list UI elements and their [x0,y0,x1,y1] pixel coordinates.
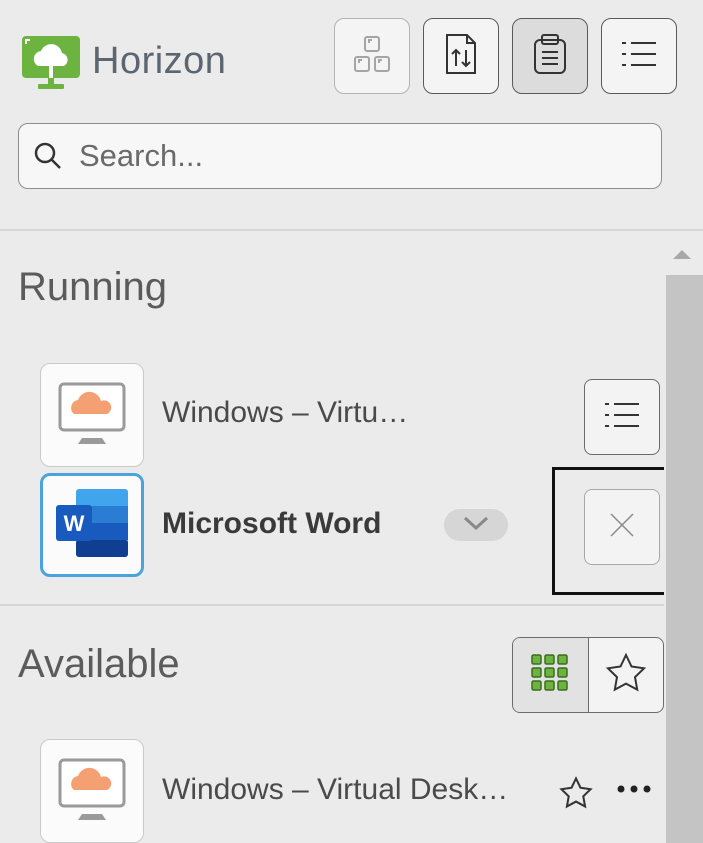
list-icon [619,38,659,75]
running-item-name[interactable]: Windows – Virtu… [162,396,408,430]
available-item-name[interactable]: Windows – Virtual Desk… [162,773,508,807]
file-transfer-button[interactable] [423,18,499,94]
caret-up-icon [670,248,694,265]
list-icon [602,399,642,436]
scroll-up-button[interactable] [670,247,694,266]
transfer-icon [441,32,481,81]
star-icon [605,652,647,699]
more-options-button[interactable] [616,782,652,801]
view-toggle[interactable] [512,637,664,713]
header-divider [0,229,703,231]
star-icon [559,776,593,814]
search-icon [33,141,63,171]
search-input[interactable] [77,137,641,175]
search-bar[interactable] [18,123,662,189]
expand-windows-button[interactable] [444,509,508,541]
grid-view-button[interactable] [513,638,589,712]
running-section-title: Running [18,265,168,309]
more-horizontal-icon [616,783,652,800]
word-app-name[interactable]: Microsoft Word [162,507,381,541]
clipboard-button[interactable] [512,18,588,94]
word-app-tile[interactable]: W [40,473,144,577]
apps-layout-button[interactable] [334,18,410,94]
virtual-desktop-icon [52,378,132,453]
word-icon: W [50,483,134,568]
favorite-star-button[interactable] [559,776,593,815]
apps-layout-icon [352,34,392,79]
running-divider [0,604,664,606]
menu-list-button[interactable] [601,18,677,94]
favorites-view-button[interactable] [589,638,664,712]
grid-icon [529,652,571,699]
app-logo-text: Horizon [92,40,227,82]
running-item-menu-button[interactable] [584,379,660,455]
virtual-desktop-icon [52,754,132,829]
available-section-title: Available [18,642,180,686]
horizon-logo-icon [20,34,84,94]
scrollbar-thumb[interactable] [666,275,703,843]
available-item-tile[interactable] [40,739,144,843]
clipboard-icon [530,32,570,81]
svg-text:W: W [64,511,85,536]
chevron-down-icon [462,515,490,536]
running-item-tile[interactable] [40,363,144,467]
